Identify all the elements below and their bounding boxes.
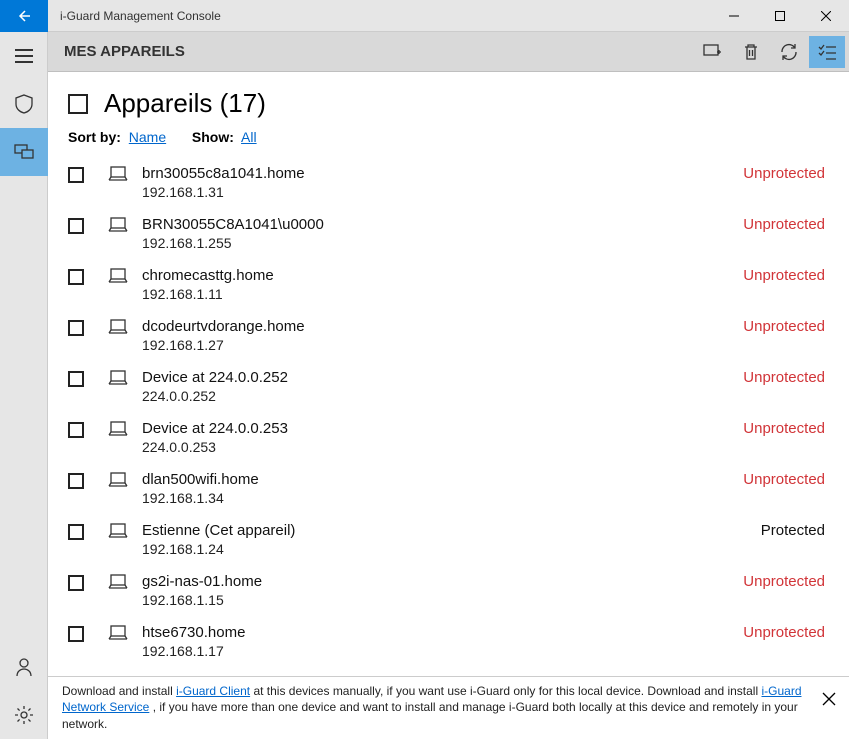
heading: Appareils (17) (48, 72, 849, 123)
device-name: brn30055c8a1041.home (142, 165, 743, 182)
laptop-icon (108, 217, 128, 236)
refresh-button[interactable] (771, 36, 807, 68)
device-checkbox[interactable] (68, 626, 84, 642)
laptop-icon (108, 268, 128, 287)
device-ip: 192.168.1.24 (142, 541, 761, 557)
device-status: Unprotected (743, 369, 831, 386)
left-nav (0, 32, 48, 739)
maximize-button[interactable] (757, 0, 803, 32)
device-row[interactable]: dlan500wifi.home 192.168.1.34Unprotected (68, 463, 841, 514)
device-checkbox[interactable] (68, 269, 84, 285)
device-row[interactable]: igmp.mcast.net224.0.0.22Unprotected (68, 667, 841, 676)
minimize-button[interactable] (711, 0, 757, 32)
device-checkbox[interactable] (68, 422, 84, 438)
device-status: Unprotected (743, 165, 831, 182)
device-checkbox[interactable] (68, 167, 84, 183)
titlebar: i-Guard Management Console (0, 0, 849, 32)
device-ip: 192.168.1.11 (142, 286, 743, 302)
footer-text: at this devices manually, if you want us… (250, 684, 761, 698)
laptop-icon (108, 370, 128, 389)
device-checkbox[interactable] (68, 371, 84, 387)
device-row[interactable]: chromecasttg.home 192.168.1.11Unprotected (68, 259, 841, 310)
device-status: Unprotected (743, 573, 831, 590)
device-name: htse6730.home (142, 624, 743, 641)
install-button[interactable] (695, 36, 731, 68)
device-row[interactable]: Device at 224.0.0.252 224.0.0.252Unprotec… (68, 361, 841, 412)
sort-label: Sort by: (68, 129, 121, 145)
nav-shield[interactable] (0, 80, 48, 128)
device-row[interactable]: BRN30055C8A1041\u0000 192.168.1.255Unprot… (68, 208, 841, 259)
device-status: Unprotected (743, 624, 831, 641)
device-row[interactable]: Device at 224.0.0.253 224.0.0.253Unprotec… (68, 412, 841, 463)
laptop-icon (108, 523, 128, 542)
device-row[interactable]: htse6730.home 192.168.1.17Unprotected (68, 616, 841, 667)
device-name: dcodeurtvdorange.home (142, 318, 743, 335)
show-link[interactable]: All (241, 129, 257, 145)
sort-link[interactable]: Name (129, 129, 166, 145)
device-row[interactable]: gs2i-nas-01.home 192.168.1.15Unprotected (68, 565, 841, 616)
window-title: i-Guard Management Console (48, 9, 711, 23)
device-checkbox[interactable] (68, 218, 84, 234)
device-status: Protected (761, 522, 831, 539)
device-checkbox[interactable] (68, 320, 84, 336)
footer-text: , if you have more than one device and w… (62, 700, 798, 731)
device-name: Device at 224.0.0.253 (142, 420, 743, 437)
device-ip: 224.0.0.253 (142, 439, 743, 455)
sort-row: Sort by: Name Show: All (48, 123, 849, 157)
device-status: Unprotected (743, 267, 831, 284)
device-ip: 192.168.1.17 (142, 643, 743, 659)
footer-text: Download and install (62, 684, 176, 698)
device-checkbox[interactable] (68, 524, 84, 540)
device-name: Estienne (Cet appareil) (142, 522, 761, 539)
device-row[interactable]: dcodeurtvdorange.home 192.168.1.27Unprote… (68, 310, 841, 361)
device-ip: 192.168.1.31 (142, 184, 743, 200)
laptop-icon (108, 625, 128, 644)
toolbar: MES APPAREILS (48, 32, 849, 72)
device-list[interactable]: brn30055c8a1041.home192.168.1.31Unprotec… (48, 157, 849, 676)
device-name: dlan500wifi.home (142, 471, 743, 488)
device-name: gs2i-nas-01.home (142, 573, 743, 590)
nav-profile[interactable] (0, 643, 48, 691)
close-window-button[interactable] (803, 0, 849, 32)
device-checkbox[interactable] (68, 575, 84, 591)
device-name: chromecasttg.home (142, 267, 743, 284)
delete-button[interactable] (733, 36, 769, 68)
hamburger-button[interactable] (0, 32, 48, 80)
select-all-checkbox[interactable] (68, 94, 88, 114)
show-label: Show: (192, 129, 234, 145)
page-title: Appareils (17) (104, 88, 266, 119)
laptop-icon (108, 421, 128, 440)
device-row[interactable]: brn30055c8a1041.home 192.168.1.31Unprotec… (68, 157, 841, 208)
device-ip: 224.0.0.252 (142, 388, 743, 404)
footer-link-client[interactable]: i-Guard Client (176, 684, 250, 698)
nav-devices[interactable] (0, 128, 48, 176)
device-status: Unprotected (743, 318, 831, 335)
device-name: Device at 224.0.0.252 (142, 369, 743, 386)
device-status: Unprotected (743, 216, 831, 233)
device-row[interactable]: Estienne (Cet appareil) 192.168.1.24Prote… (68, 514, 841, 565)
device-checkbox[interactable] (68, 473, 84, 489)
nav-settings[interactable] (0, 691, 48, 739)
footer-notice: Download and install i-Guard Client at t… (48, 676, 849, 739)
laptop-icon (108, 319, 128, 338)
select-mode-button[interactable] (809, 36, 845, 68)
back-button[interactable] (0, 0, 48, 32)
device-ip: 192.168.1.34 (142, 490, 743, 506)
device-name: BRN30055C8A1041\u0000 (142, 216, 743, 233)
device-status: Unprotected (743, 420, 831, 437)
laptop-icon (108, 472, 128, 491)
footer-close-button[interactable] (819, 689, 839, 709)
device-status: Unprotected (743, 471, 831, 488)
device-ip: 192.168.1.255 (142, 235, 743, 251)
section-title: MES APPAREILS (64, 43, 185, 60)
device-ip: 192.168.1.27 (142, 337, 743, 353)
laptop-icon (108, 166, 128, 185)
device-ip: 192.168.1.15 (142, 592, 743, 608)
laptop-icon (108, 574, 128, 593)
